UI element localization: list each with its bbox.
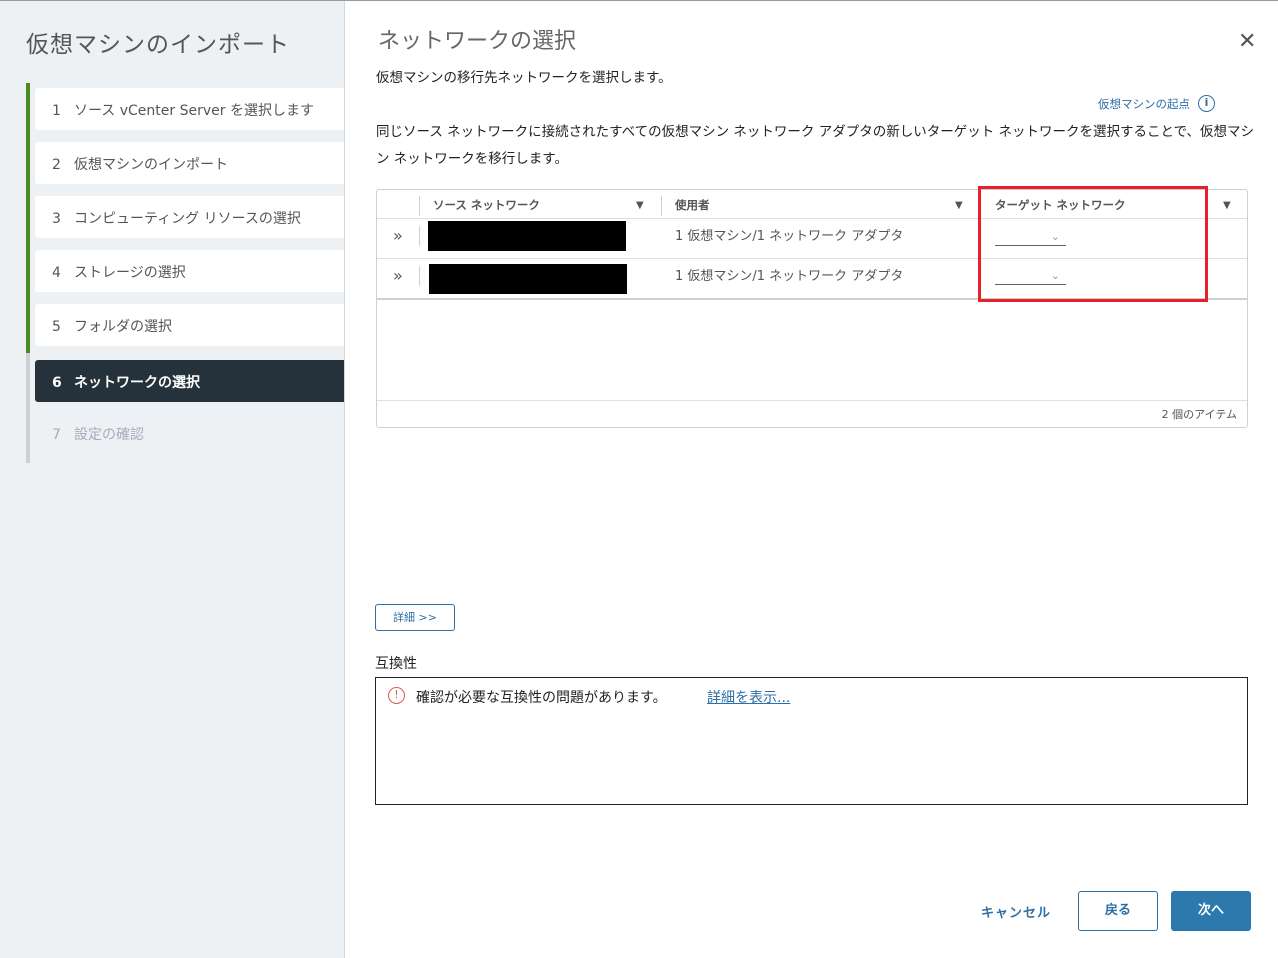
step-1[interactable]: 1 ソース vCenter Server を選択します (35, 88, 344, 130)
item-count: 2 個のアイテム (1161, 408, 1237, 421)
used-by-value: 1 仮想マシン/1 ネットワーク アダプタ (675, 269, 904, 284)
redacted-source-network (429, 264, 627, 294)
back-button[interactable]: 戻る (1078, 891, 1158, 931)
step-label: 仮想マシンのインポート (74, 157, 228, 173)
step-number: 5 (52, 319, 61, 335)
step-label: コンピューティング リソースの選択 (74, 211, 301, 227)
used-by-value: 1 仮想マシン/1 ネットワーク アダプタ (675, 229, 904, 244)
step-label: 設定の確認 (74, 427, 144, 443)
wizard-title: 仮想マシンのインポート (26, 32, 290, 58)
wizard-sidebar: 仮想マシンのインポート 1 ソース vCenter Server を選択します 2… (0, 1, 345, 958)
filter-icon[interactable]: ▼ (1223, 200, 1231, 211)
origin-link-label: 仮想マシンの起点 (1098, 96, 1190, 111)
step-6-active[interactable]: 6 ネットワークの選択 (35, 360, 344, 402)
filter-icon[interactable]: ▼ (636, 200, 644, 211)
step-3[interactable]: 3 コンピューティング リソースの選択 (35, 196, 344, 238)
step-label: フォルダの選択 (74, 319, 172, 335)
step-number: 4 (52, 265, 61, 281)
next-button[interactable]: 次へ (1171, 891, 1251, 931)
step-label: ストレージの選択 (74, 265, 186, 281)
progress-completed (26, 83, 30, 353)
step-number: 6 (52, 375, 62, 391)
cancel-button[interactable]: キャンセル (981, 902, 1051, 921)
redacted-source-network (428, 221, 626, 251)
step-number: 7 (52, 427, 61, 443)
compatibility-label: 互換性 (375, 656, 417, 672)
column-used-by[interactable]: 使用者 (675, 190, 710, 219)
details-button[interactable]: 詳細 >> (375, 604, 455, 631)
show-details-link[interactable]: 詳細を表示... (707, 687, 790, 707)
wizard-content: ネットワークの選択 ✕ 仮想マシンの移行先ネットワークを選択します。 仮想マシン… (345, 1, 1278, 958)
close-icon[interactable]: ✕ (1238, 29, 1256, 54)
compatibility-box: ! 確認が必要な互換性の問題があります。 詳細を表示... (375, 677, 1248, 805)
step-label: ソース vCenter Server を選択します (74, 103, 314, 119)
warning-icon: ! (388, 687, 405, 704)
expand-row-icon[interactable]: » (393, 266, 403, 285)
step-7: 7 設定の確認 (35, 412, 344, 454)
page-title: ネットワークの選択 (378, 29, 577, 54)
step-number: 3 (52, 211, 61, 227)
instructions: 同じソース ネットワークに接続されたすべての仮想マシン ネットワーク アダプタの… (376, 124, 1255, 167)
step-5[interactable]: 5 フォルダの選択 (35, 304, 344, 346)
step-number: 2 (52, 157, 61, 173)
page-description: 仮想マシンの移行先ネットワークを選択します。 (376, 70, 672, 86)
column-source-network[interactable]: ソース ネットワーク (433, 190, 540, 219)
vm-origin-link[interactable]: 仮想マシンの起点 i (1098, 95, 1215, 112)
step-2[interactable]: 2 仮想マシンのインポート (35, 142, 344, 184)
filter-icon[interactable]: ▼ (955, 200, 963, 211)
progress-remaining (26, 353, 30, 463)
compatibility-message: 確認が必要な互換性の問題があります。 (416, 690, 667, 706)
info-icon: i (1198, 95, 1215, 112)
step-4[interactable]: 4 ストレージの選択 (35, 250, 344, 292)
expand-row-icon[interactable]: » (393, 226, 403, 245)
step-number: 1 (52, 103, 61, 119)
step-label: ネットワークの選択 (74, 375, 200, 391)
highlight-box (978, 186, 1208, 302)
